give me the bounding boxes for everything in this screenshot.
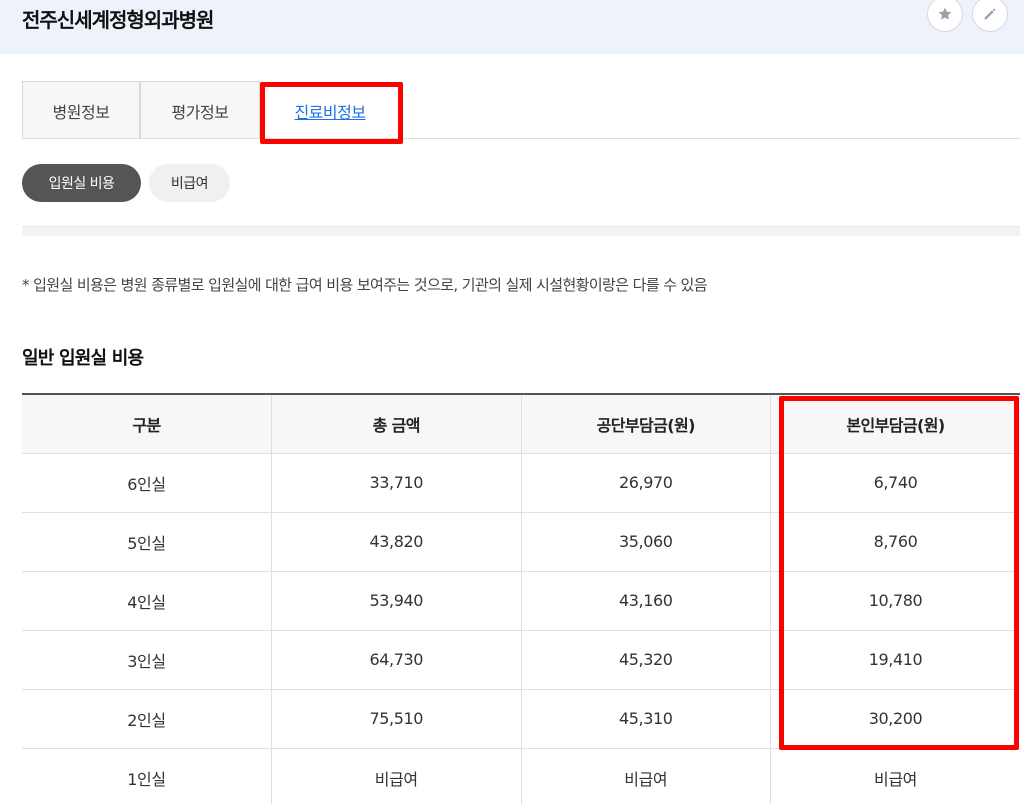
favorite-button[interactable] — [927, 0, 963, 32]
cell-patient: 비급여 — [770, 748, 1020, 804]
cell-insurer: 45,310 — [520, 689, 771, 749]
tabs-divider — [22, 138, 1020, 139]
cell-insurer: 35,060 — [520, 512, 771, 572]
header-category: 구분 — [22, 393, 272, 454]
highlight-box-patient-share — [779, 396, 1019, 750]
cell-category: 1인실 — [22, 748, 272, 804]
cell-total: 33,710 — [271, 453, 521, 513]
cell-category: 6인실 — [22, 453, 272, 513]
cell-total: 75,510 — [271, 689, 521, 749]
cell-insurer: 비급여 — [520, 748, 771, 804]
section-divider — [22, 226, 1020, 236]
star-icon — [938, 7, 952, 20]
cell-total: 비급여 — [271, 748, 521, 804]
hospital-name: 전주신세계정형외과병원 — [22, 8, 214, 32]
cell-insurer: 43,160 — [520, 571, 771, 631]
cell-insurer: 45,320 — [520, 630, 771, 690]
section-title: 일반 입원실 비용 — [22, 348, 144, 369]
cell-category: 5인실 — [22, 512, 272, 572]
cell-category: 4인실 — [22, 571, 272, 631]
table-row: 1인실 비급여 비급여 비급여 — [22, 748, 1020, 804]
cell-total: 64,730 — [271, 630, 521, 690]
header-total-amount: 총 금액 — [271, 393, 521, 454]
tab-evaluation-info[interactable]: 평가정보 — [140, 81, 260, 139]
notice-text: * 입원실 비용은 병원 종류별로 입원실에 대한 급여 비용 보여주는 것으로… — [22, 276, 708, 294]
highlight-box-tab — [260, 82, 403, 144]
cell-category: 3인실 — [22, 630, 272, 690]
subtab-room-cost[interactable]: 입원실 비용 — [22, 164, 141, 202]
hospital-header: 전주신세계정형외과병원 — [0, 0, 1024, 54]
pencil-icon — [984, 8, 996, 20]
subtab-non-covered[interactable]: 비급여 — [149, 164, 230, 202]
cell-category: 2인실 — [22, 689, 272, 749]
cell-insurer: 26,970 — [520, 453, 771, 513]
cell-total: 53,940 — [271, 571, 521, 631]
edit-button[interactable] — [972, 0, 1008, 32]
cell-total: 43,820 — [271, 512, 521, 572]
header-insurer-share: 공단부담금(원) — [520, 393, 771, 454]
tab-hospital-info[interactable]: 병원정보 — [22, 81, 140, 139]
